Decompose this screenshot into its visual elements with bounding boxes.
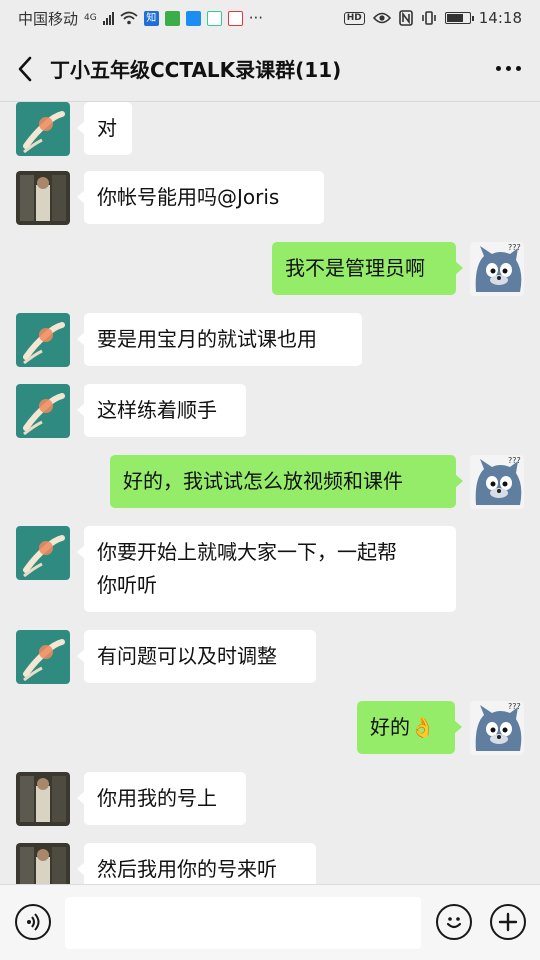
incoming-message-bubble[interactable]: 你帐号能用吗@Joris (77, 171, 324, 224)
outgoing-message-bubble[interactable]: 好的👌 (357, 701, 462, 754)
status-time: 14:18 (478, 9, 522, 27)
outgoing-message-bubble[interactable]: 我不是管理员啊 (272, 242, 463, 295)
more-dot-icon (515, 66, 521, 71)
status-left: 中国移动 4G 知 ··· (18, 8, 263, 29)
incoming-message-bubble[interactable]: 要是用宝月的就试课也用 (77, 313, 362, 366)
status-right: HD 14:18 (343, 9, 522, 27)
avatar[interactable]: ??? (470, 701, 524, 755)
more-button[interactable] (476, 36, 540, 102)
chevron-left-icon (18, 56, 32, 81)
chat-title: 丁小五年级CCTALK录课群(11) (50, 58, 342, 82)
vibrate-icon (421, 11, 436, 25)
more-dot-icon (495, 66, 501, 71)
incoming-message-bubble[interactable]: 你用我的号上 (77, 772, 246, 825)
back-button[interactable] (0, 36, 50, 102)
incoming-message-bubble[interactable]: 对 (77, 102, 132, 155)
avatar[interactable] (16, 630, 70, 684)
wechat-mini-icon (164, 10, 180, 26)
avatar[interactable]: ??? (470, 455, 524, 509)
network-type: 4G (84, 13, 97, 23)
zhihu-icon: 知 (143, 10, 159, 26)
hd-badge: HD (343, 11, 365, 25)
alipay-icon (185, 10, 201, 26)
emoji-button[interactable] (436, 904, 472, 940)
svg-text:???: ??? (508, 243, 521, 252)
avatar[interactable] (16, 171, 70, 225)
plus-icon (498, 912, 518, 932)
avatar[interactable]: ??? (470, 242, 524, 296)
avatar[interactable] (16, 102, 70, 156)
svg-text:???: ??? (508, 702, 521, 711)
more-dot-icon (505, 66, 511, 71)
plus-button[interactable] (490, 904, 526, 940)
incoming-message-bubble[interactable]: 这样练着顺手 (77, 384, 246, 437)
battery-icon (444, 12, 474, 24)
more-notifications: ··· (248, 9, 264, 27)
youku-icon (227, 10, 243, 26)
voice-button[interactable] (15, 904, 51, 940)
outgoing-message-bubble[interactable]: 好的，我试试怎么放视频和课件 (110, 455, 463, 508)
avatar[interactable] (16, 843, 70, 884)
svg-text:???: ??? (508, 456, 521, 465)
avatar[interactable] (16, 526, 70, 580)
signal-icon (102, 11, 114, 25)
emoji-icon (446, 917, 462, 929)
nfc-icon (398, 10, 413, 26)
incoming-message-bubble[interactable]: 有问题可以及时调整 (77, 630, 316, 683)
message-input[interactable] (65, 897, 421, 949)
video-icon (206, 10, 222, 26)
message-list[interactable]: 对你帐号能用吗@Joris??? 我不是管理员啊要是用宝月的就试课也用 这样练着顺手… (0, 102, 540, 884)
input-bar (0, 884, 540, 960)
voice-icon (27, 913, 40, 931)
status-bar: 中国移动 4G 知 ··· HD 14:18 (0, 0, 540, 36)
wifi-icon (120, 11, 138, 25)
incoming-message-bubble[interactable]: 然后我用你的号来听 (77, 843, 316, 884)
avatar[interactable] (16, 313, 70, 367)
avatar[interactable] (16, 772, 70, 826)
carrier-name: 中国移动 (18, 9, 79, 28)
eye-icon (372, 12, 391, 24)
incoming-message-bubble[interactable]: 你要开始上就喊大家一下，一起帮 你听听 (77, 526, 456, 612)
avatar[interactable] (16, 384, 70, 438)
chat-header: 丁小五年级CCTALK录课群(11) (0, 36, 540, 102)
